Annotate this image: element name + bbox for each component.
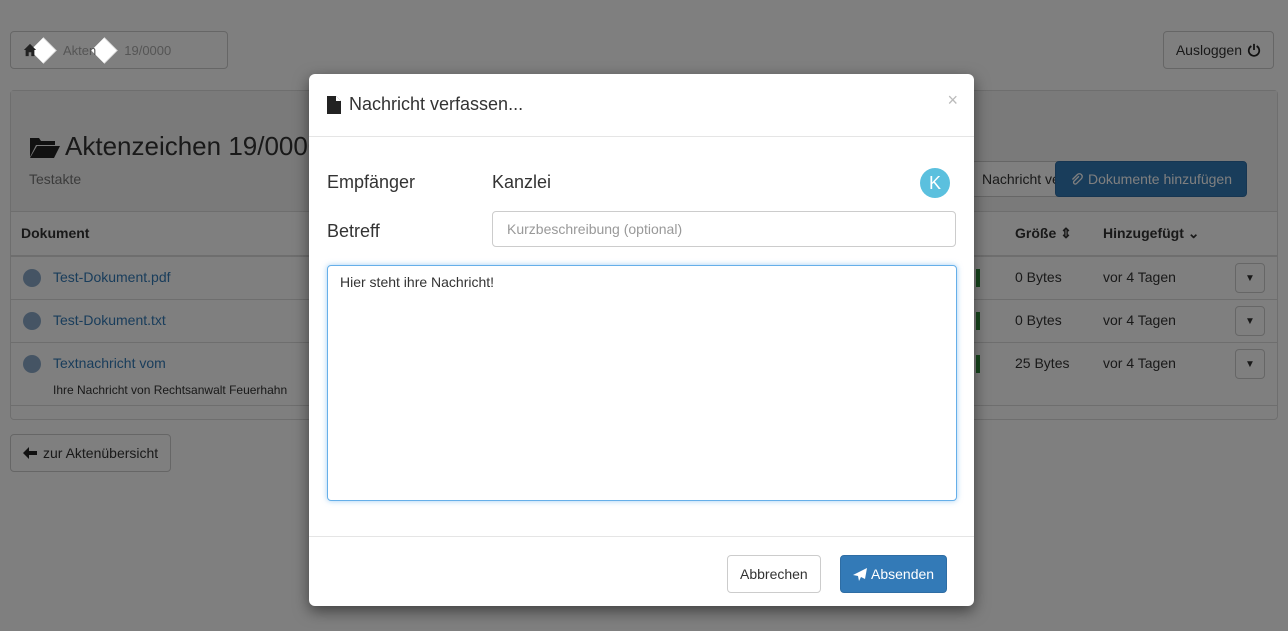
send-label: Absenden [871, 566, 935, 582]
avatar: K [920, 168, 950, 198]
message-textarea[interactable]: Hier steht ihre Nachricht! [327, 265, 957, 501]
subject-label: Betreff [327, 221, 380, 241]
dialog-header: Nachricht verfassen... × [309, 74, 974, 137]
subject-input[interactable] [492, 211, 956, 247]
home-icon [23, 43, 37, 57]
compose-message-dialog: Nachricht verfassen... × Empfänger Kanzl… [309, 74, 974, 606]
cancel-button[interactable]: Abbrechen [727, 555, 821, 593]
breadcrumb-label: 19/0000 [124, 42, 172, 58]
breadcrumb-label: Akten [63, 42, 97, 58]
cancel-label: Abbrechen [740, 566, 808, 582]
dialog-title: Nachricht verfassen... [327, 94, 523, 115]
file-icon [327, 95, 341, 114]
recipient-label: Empfänger [327, 172, 416, 192]
send-button[interactable]: Absenden [840, 555, 948, 593]
paper-plane-icon [853, 567, 867, 581]
dialog-footer: Abbrechen Absenden [309, 536, 974, 607]
close-icon[interactable]: × [947, 90, 958, 111]
recipient-value: Kanzlei [492, 172, 552, 192]
dialog-title-text: Nachricht verfassen... [349, 94, 524, 114]
